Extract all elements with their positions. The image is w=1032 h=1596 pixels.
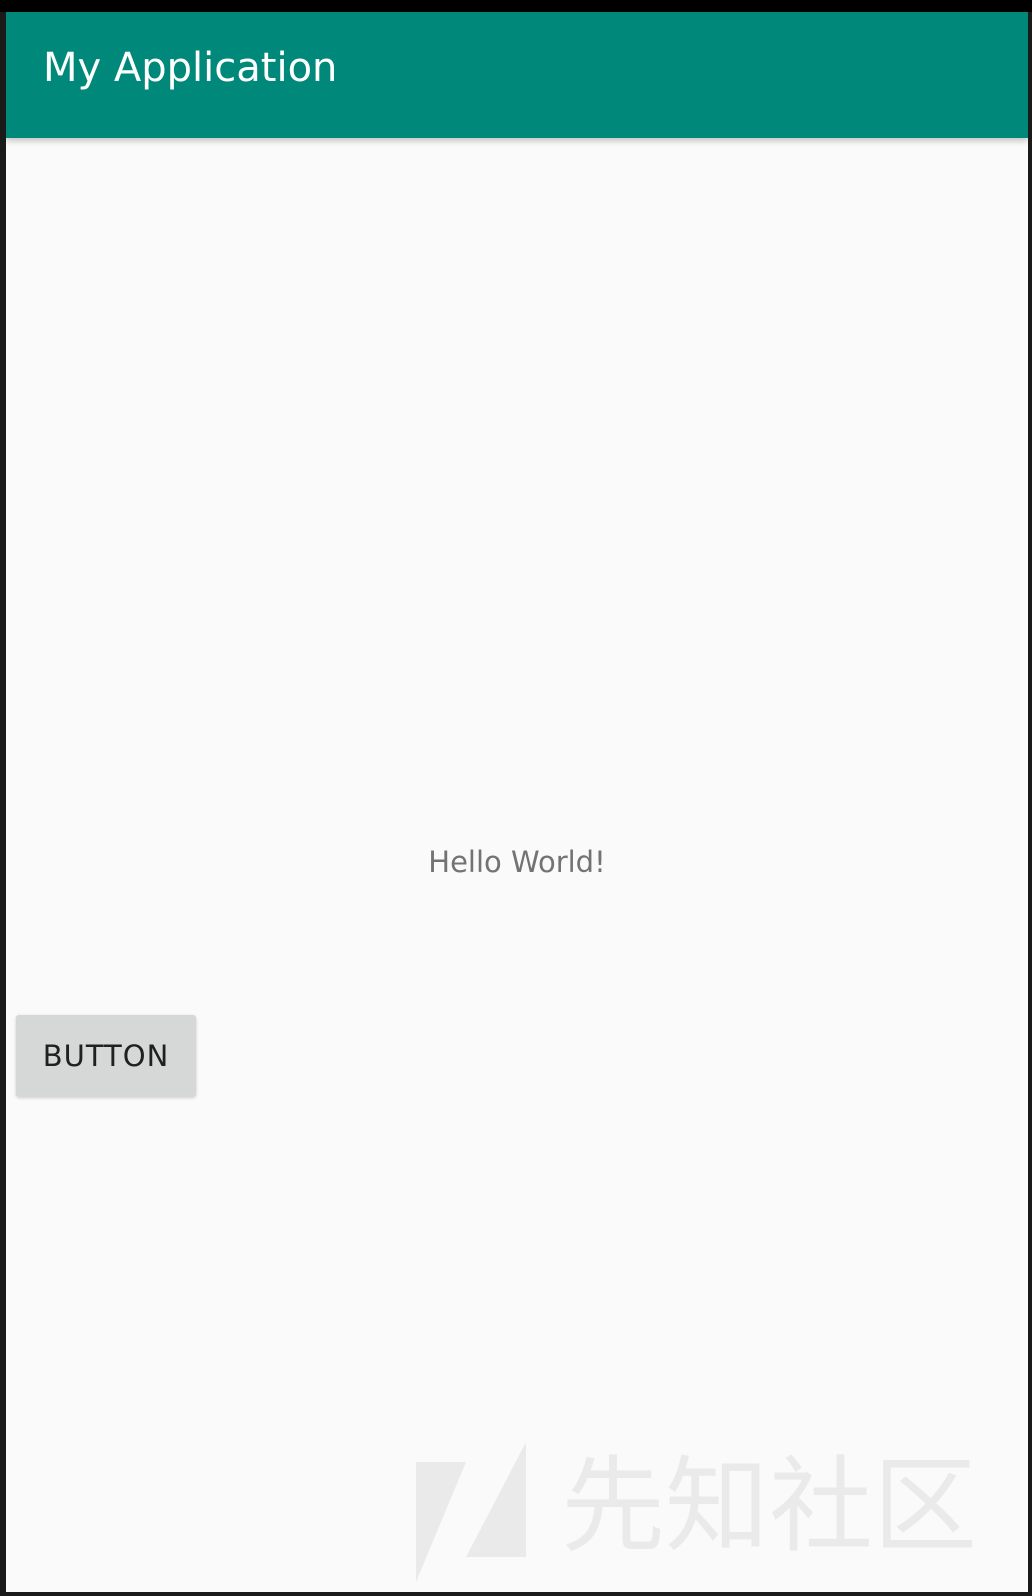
device-frame: My Application Hello World! BUTTON 先知社区	[0, 0, 1032, 1596]
watermark: 先知社区	[416, 1442, 1016, 1592]
status-bar	[0, 0, 1032, 12]
app-title: My Application	[43, 45, 338, 91]
app-bar: My Application	[6, 12, 1028, 138]
button-label: BUTTON	[42, 1039, 170, 1073]
watermark-logo-icon	[416, 1442, 526, 1582]
button[interactable]: BUTTON	[16, 1015, 196, 1097]
hello-world-text: Hello World!	[428, 845, 606, 879]
app-screen: My Application Hello World! BUTTON 先知社区	[6, 12, 1028, 1592]
watermark-text: 先知社区	[561, 1445, 978, 1567]
